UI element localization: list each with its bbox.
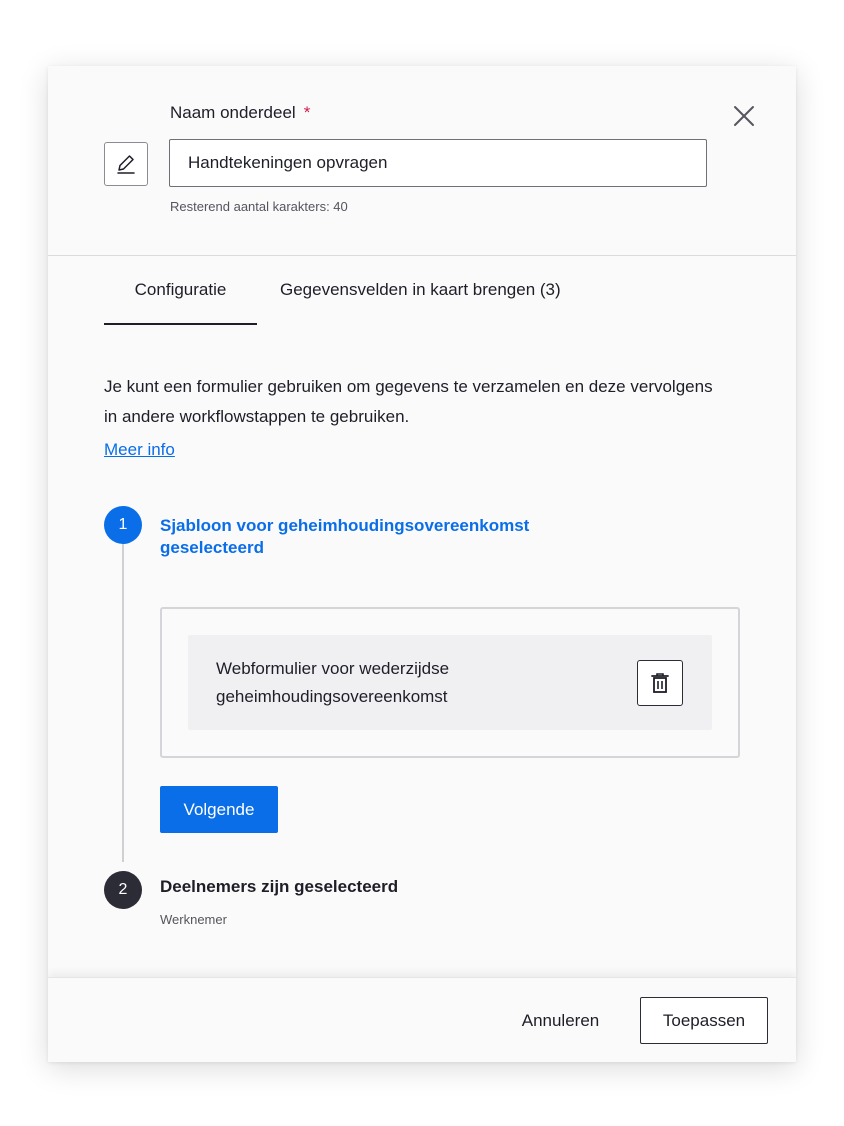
tab-data-fields[interactable]: Gegevensvelden in kaart brengen (3) — [280, 256, 561, 325]
apply-button[interactable]: Toepassen — [640, 997, 768, 1044]
more-info-link[interactable]: Meer info — [104, 440, 175, 460]
edit-name-button[interactable] — [104, 142, 148, 186]
name-label-text: Naam onderdeel — [170, 103, 296, 122]
remaining-characters: Resterend aantal karakters: 40 — [170, 199, 348, 214]
required-marker: * — [303, 103, 311, 122]
cancel-button[interactable]: Annuleren — [508, 997, 613, 1044]
tab-bar: Configuratie Gegevensvelden in kaart bre… — [104, 256, 764, 326]
next-button[interactable]: Volgende — [160, 786, 278, 833]
selected-form-item: Webformulier voor wederzijdse geheimhoud… — [188, 635, 712, 730]
panel-footer: Annuleren Toepassen — [48, 977, 796, 1062]
step-2-badge: 2 — [104, 871, 142, 909]
close-icon — [734, 106, 754, 126]
step-2-title[interactable]: Deelnemers zijn geselecteerd — [160, 877, 398, 897]
tab-configuration[interactable]: Configuratie — [104, 256, 257, 325]
trash-icon — [651, 673, 669, 693]
name-label: Naam onderdeel * — [170, 103, 310, 123]
step-connector-line — [122, 544, 124, 862]
panel-header: Naam onderdeel * Resterend aantal karakte… — [48, 66, 796, 256]
name-input[interactable] — [169, 139, 707, 187]
form-item-name: Webformulier voor wederzijdse geheimhoud… — [216, 659, 450, 706]
intro-text: Je kunt een formulier gebruiken om gegev… — [104, 377, 713, 426]
close-button[interactable] — [730, 102, 758, 130]
edit-step-panel: Naam onderdeel * Resterend aantal karakte… — [48, 66, 796, 1062]
step-1-title[interactable]: Sjabloon voor geheimhoudingsovereenkomst… — [160, 515, 580, 559]
step-1-badge: 1 — [104, 506, 142, 544]
step-2-subtitle: Werknemer — [160, 912, 227, 927]
pencil-icon — [117, 155, 135, 174]
delete-form-button[interactable] — [637, 660, 683, 706]
selected-form-box: Webformulier voor wederzijdse geheimhoud… — [160, 607, 740, 758]
